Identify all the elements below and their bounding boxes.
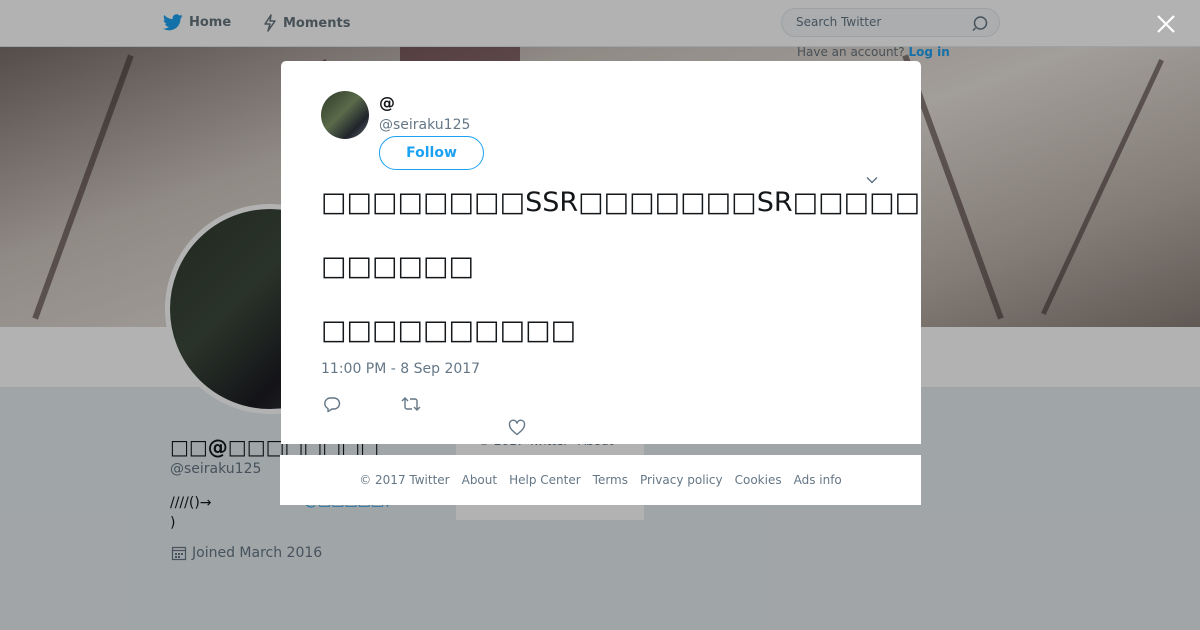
footer-copyright: © 2017 Twitter bbox=[359, 473, 450, 487]
tweet-author-name[interactable]: @ bbox=[379, 93, 395, 112]
footer-link-about[interactable]: About bbox=[462, 473, 497, 487]
tweet-author-handle[interactable]: @seiraku125 bbox=[379, 117, 470, 133]
tweet-timestamp[interactable]: 11:00 PM - 8 Sep 2017 bbox=[321, 361, 480, 377]
close-icon[interactable] bbox=[1155, 13, 1177, 35]
tweet-text-line: □□□□□□□□□□ bbox=[321, 315, 577, 346]
footer-link-terms[interactable]: Terms bbox=[593, 473, 628, 487]
chevron-down-icon[interactable] bbox=[865, 173, 879, 187]
tweet-modal: @ @seiraku125 Follow □□□□□□□□SSR□□□□□□□S… bbox=[281, 61, 921, 444]
heart-icon[interactable] bbox=[508, 419, 526, 436]
footer-link-help-center[interactable]: Help Center bbox=[509, 473, 581, 487]
tweet-text-line: □□□□□□□□SSR□□□□□□□SR□□□□□□□□□□□□□□□□□□□□… bbox=[321, 187, 921, 218]
tweet-text-line: □□□□□□ bbox=[321, 251, 475, 282]
modal-footer: © 2017 Twitter About Help Center Terms P… bbox=[280, 455, 921, 505]
tweet-author-avatar[interactable] bbox=[321, 91, 369, 139]
retweet-icon[interactable] bbox=[401, 396, 421, 412]
footer-link-ads-info[interactable]: Ads info bbox=[794, 473, 842, 487]
follow-button[interactable]: Follow bbox=[379, 136, 484, 170]
reply-icon[interactable] bbox=[323, 395, 341, 413]
footer-link-privacy-policy[interactable]: Privacy policy bbox=[640, 473, 723, 487]
footer-link-cookies[interactable]: Cookies bbox=[735, 473, 782, 487]
